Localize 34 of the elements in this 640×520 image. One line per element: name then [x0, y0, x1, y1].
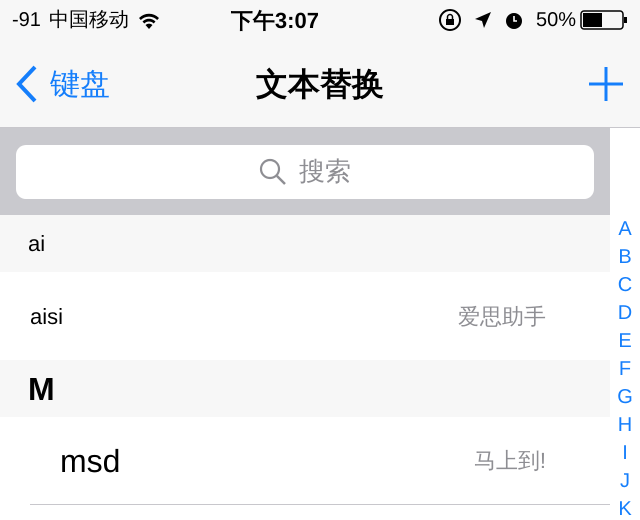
wifi-icon	[136, 11, 161, 29]
battery-icon	[580, 10, 628, 30]
index-letter[interactable]: H	[618, 411, 632, 439]
index-letter[interactable]: D	[618, 299, 632, 327]
phrase: aisi	[30, 302, 64, 330]
search-icon	[259, 158, 287, 186]
chevron-left-icon	[16, 65, 38, 103]
section-title: M	[28, 370, 55, 408]
index-letter[interactable]: C	[618, 271, 632, 299]
shortcut: 爱思助手	[458, 302, 546, 330]
index-letter[interactable]: A	[618, 215, 632, 243]
add-icon[interactable]	[588, 66, 624, 102]
clock: 下午3:07	[230, 6, 319, 34]
index-letter[interactable]: K	[618, 495, 632, 520]
section-title: ai	[28, 230, 46, 258]
index-letter[interactable]: J	[620, 467, 630, 495]
location-arrow-icon	[474, 11, 492, 29]
alarm-clock-icon	[504, 10, 524, 30]
index-letter[interactable]: F	[618, 355, 632, 383]
index-letter[interactable]: B	[618, 243, 632, 271]
rotation-lock-icon	[438, 8, 462, 32]
index-letter[interactable]: E	[618, 327, 632, 355]
list-row[interactable]: aisi 爱思助手	[0, 272, 610, 360]
back-button[interactable]: 键盘	[16, 62, 110, 106]
index-letter[interactable]: G	[617, 383, 633, 411]
index-letter[interactable]: I	[622, 439, 628, 467]
carrier-name: 中国移动	[48, 8, 129, 33]
page-title: 文本替换	[256, 65, 384, 104]
phrase: msd	[60, 442, 120, 480]
battery-percentage: 50%	[536, 8, 576, 33]
list-row[interactable]: msd 马上到!	[30, 417, 610, 505]
shortcut: 马上到!	[474, 447, 546, 475]
search-field[interactable]: 搜索	[16, 144, 594, 198]
signal-strength: -91	[12, 8, 41, 33]
